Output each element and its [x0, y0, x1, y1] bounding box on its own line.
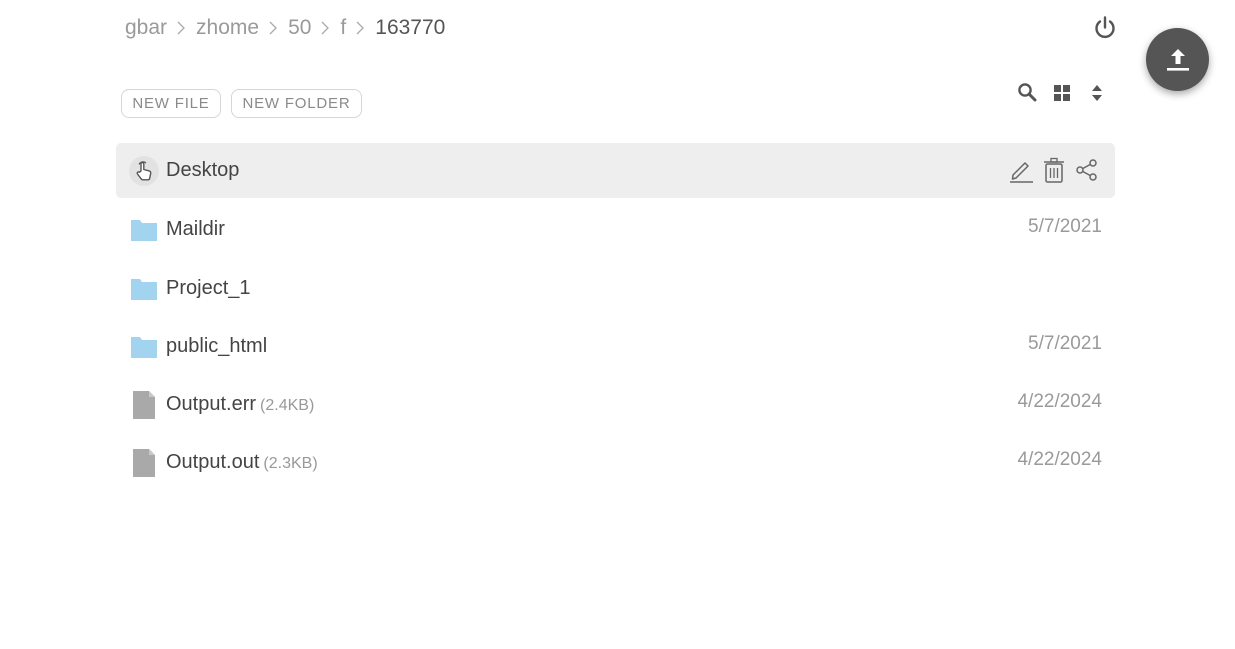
- file-date: 4/22/2024: [1017, 449, 1102, 470]
- trash-icon[interactable]: [1040, 156, 1067, 184]
- file-name-with-size[interactable]: Output.err (2.4KB): [166, 393, 314, 416]
- folder-icon: [129, 215, 159, 245]
- sort-icon[interactable]: [1087, 83, 1107, 103]
- breadcrumb-item-gbar[interactable]: gbar: [125, 16, 167, 40]
- breadcrumb-item-50[interactable]: 50: [288, 16, 311, 40]
- upload-icon: [1166, 48, 1189, 71]
- list-item[interactable]: Project_1: [116, 261, 1115, 316]
- list-item[interactable]: Desktop: [116, 143, 1115, 198]
- file-name-with-size[interactable]: Output.out (2.3KB): [166, 451, 318, 474]
- file-name[interactable]: public_html: [166, 335, 267, 358]
- file-icon: [129, 390, 159, 420]
- file-name: Output.err: [166, 393, 257, 415]
- row-actions: [1007, 156, 1100, 184]
- file-date: 4/22/2024: [1017, 391, 1102, 412]
- file-name[interactable]: Maildir: [166, 218, 225, 241]
- list-item[interactable]: Output.err (2.4KB) 4/22/2024: [116, 377, 1115, 432]
- file-icon: [129, 448, 159, 478]
- breadcrumb-current: 163770: [375, 16, 446, 39]
- share-icon[interactable]: [1073, 156, 1100, 184]
- new-file-button[interactable]: NEW FILE: [121, 89, 221, 118]
- folder-icon: [129, 274, 159, 304]
- chevron-right-icon: [321, 21, 330, 35]
- file-date: 5/7/2021: [1028, 333, 1102, 354]
- file-name[interactable]: Project_1: [166, 277, 251, 300]
- chevron-right-icon: [177, 21, 185, 35]
- chevron-right-icon: [356, 21, 365, 35]
- file-size: (2.3KB): [263, 455, 318, 472]
- chevron-right-icon: [269, 21, 277, 35]
- grid-view-icon[interactable]: [1052, 83, 1072, 103]
- list-item[interactable]: Maildir 5/7/2021: [116, 202, 1115, 257]
- folder-icon: [129, 332, 159, 362]
- file-name[interactable]: Desktop: [166, 159, 239, 182]
- file-date: 5/7/2021: [1028, 216, 1102, 237]
- breadcrumb: gbar zhome 50 f 163770: [125, 14, 445, 42]
- folder-row-icon: [129, 156, 159, 186]
- breadcrumb-item-f[interactable]: f: [340, 16, 346, 40]
- file-size: (2.4KB): [260, 397, 315, 414]
- edit-icon[interactable]: [1007, 156, 1034, 184]
- power-icon[interactable]: [1092, 15, 1118, 41]
- search-icon[interactable]: [1017, 82, 1037, 102]
- list-item[interactable]: Output.out (2.3KB) 4/22/2024: [116, 435, 1115, 490]
- hand-pointer-icon: [129, 156, 159, 186]
- file-name: Output.out: [166, 451, 260, 473]
- new-folder-button[interactable]: NEW FOLDER: [231, 89, 362, 118]
- upload-button[interactable]: [1146, 28, 1209, 91]
- breadcrumb-item-zhome[interactable]: zhome: [196, 16, 259, 40]
- list-item[interactable]: public_html 5/7/2021: [116, 319, 1115, 374]
